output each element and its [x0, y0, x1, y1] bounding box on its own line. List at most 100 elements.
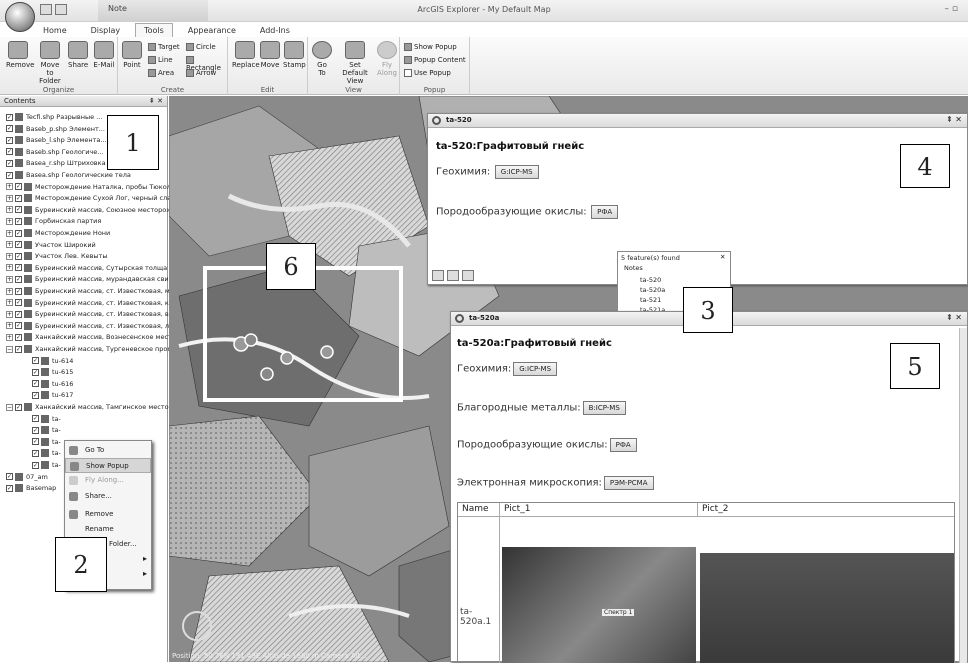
circle-button[interactable]: Circle: [186, 43, 216, 51]
tab-appearance[interactable]: Appearance: [179, 23, 245, 37]
expand-icon[interactable]: +: [6, 275, 13, 283]
expand-icon[interactable]: +: [6, 229, 13, 237]
checkbox-icon[interactable]: ✓: [32, 449, 39, 457]
checkbox-icon[interactable]: ✓: [6, 159, 13, 167]
noble-metals-button[interactable]: B:ICP-MS: [582, 401, 626, 415]
expand-icon[interactable]: +: [6, 194, 13, 202]
popup-controls[interactable]: ⇞ ✕: [946, 313, 962, 322]
set-default-view-button[interactable]: Set Default View: [336, 41, 374, 85]
checkbox-icon[interactable]: ✓: [32, 391, 39, 399]
layer-tree-item[interactable]: ✓ Baseb_l.shp Элемента...: [6, 135, 107, 146]
point-button[interactable]: Point: [122, 41, 142, 69]
checkbox-icon[interactable]: ✓: [15, 206, 22, 214]
expand-icon[interactable]: −: [6, 403, 13, 411]
layer-tree-item[interactable]: + ✓ Горбинская партия: [6, 216, 101, 227]
checkbox-icon[interactable]: ✓: [15, 310, 22, 318]
layer-tree-item[interactable]: ✓ tu-615: [32, 367, 73, 378]
window-controls[interactable]: – ▫: [945, 4, 958, 14]
app-menu-button[interactable]: [5, 2, 35, 32]
menu-item-share[interactable]: Share...: [65, 489, 151, 504]
layer-tree-item[interactable]: ✓ tu-617: [32, 390, 73, 401]
expand-icon[interactable]: +: [6, 183, 13, 191]
layer-tree-item[interactable]: + ✓ Буреинский массив, ст. Известковая, ло: [6, 321, 173, 332]
show-popup-button[interactable]: Show Popup: [404, 43, 457, 51]
layer-tree-item[interactable]: ✓ ta-: [32, 448, 61, 459]
pict1-image[interactable]: Спектр 1: [502, 547, 696, 663]
checkbox-icon[interactable]: ✓: [15, 183, 22, 191]
menu-item-go-to[interactable]: Go To: [65, 443, 151, 458]
found-item[interactable]: ta-520a: [640, 286, 665, 294]
notes-folder[interactable]: Notes: [624, 264, 643, 272]
move-button[interactable]: Move: [260, 41, 280, 69]
checkbox-icon[interactable]: ✓: [6, 473, 13, 481]
tab-display[interactable]: Display: [82, 23, 130, 37]
geochem-button[interactable]: G:ICP-MS: [513, 362, 558, 376]
layer-tree-item[interactable]: ✓ ta-: [32, 460, 61, 471]
pict2-image[interactable]: [700, 553, 954, 663]
checkbox-icon[interactable]: ✓: [32, 380, 39, 388]
checkbox-icon[interactable]: ✓: [32, 438, 39, 446]
layer-tree-item[interactable]: ✓ Baseb_p.shp Элемент...: [6, 124, 105, 135]
expand-icon[interactable]: +: [6, 333, 13, 341]
checkbox-icon[interactable]: ✓: [15, 241, 22, 249]
checkbox-icon[interactable]: ✓: [15, 217, 22, 225]
popup-controls[interactable]: ⇞ ✕: [946, 115, 962, 124]
layer-tree-item[interactable]: + ✓ Месторождение Нони: [6, 228, 110, 239]
close-icon[interactable]: ✕: [720, 253, 725, 261]
fly-along-button[interactable]: Fly Along: [376, 41, 398, 77]
popup-content-button[interactable]: Popup Content: [404, 56, 466, 64]
expand-icon[interactable]: −: [6, 345, 13, 353]
replace-button[interactable]: Replace: [232, 41, 260, 69]
tab-home[interactable]: Home: [34, 23, 76, 37]
checkbox-icon[interactable]: ✓: [15, 275, 22, 283]
oxides-button[interactable]: РФА: [609, 438, 637, 452]
expand-icon[interactable]: +: [6, 241, 13, 249]
email-button[interactable]: E-Mail: [92, 41, 116, 69]
checkbox-icon[interactable]: ✓: [15, 194, 22, 202]
checkbox-icon[interactable]: ✓: [32, 426, 39, 434]
layer-tree-item[interactable]: + ✓ Месторождение Наталка, пробы Тюкол: [6, 182, 171, 193]
layer-tree-item[interactable]: + ✓ Буреинский массив, ст. Известковая, ве: [6, 309, 173, 320]
area-button[interactable]: Area: [148, 69, 174, 77]
checkbox-icon[interactable]: ✓: [15, 403, 22, 411]
layer-tree-item[interactable]: ✓ ta-: [32, 414, 61, 425]
menu-item-fly-along[interactable]: Fly Along...: [65, 473, 151, 488]
save-icon[interactable]: [40, 4, 52, 15]
expand-icon[interactable]: +: [6, 310, 13, 318]
move-to-folder-button[interactable]: Move to Folder: [36, 41, 64, 85]
layer-tree-item[interactable]: ✓ ta-: [32, 437, 61, 448]
layer-tree-item[interactable]: + ✓ Буреинский массив, Союзное месторож: [6, 205, 172, 216]
share-button[interactable]: Share: [68, 41, 88, 69]
zoom-icon[interactable]: [432, 270, 444, 281]
layer-tree-item[interactable]: ✓ ta-: [32, 425, 61, 436]
layer-tree-item[interactable]: ✓ tu-616: [32, 379, 73, 390]
popup-scrollbar[interactable]: [959, 328, 967, 663]
checkbox-icon[interactable]: ✓: [15, 299, 22, 307]
layer-tree-item[interactable]: + ✓ Месторождение Сухой Лог, черный сла: [6, 193, 171, 204]
checkbox-icon[interactable]: ✓: [6, 136, 13, 144]
microscopy-button[interactable]: РЭМ-РСМА: [603, 476, 654, 490]
use-popup-checkbox[interactable]: Use Popup: [404, 69, 451, 77]
expand-icon[interactable]: +: [6, 217, 13, 225]
geochem-button[interactable]: G:ICP-MS: [494, 165, 539, 179]
checkbox-icon[interactable]: ✓: [15, 345, 22, 353]
checkbox-icon[interactable]: ✓: [32, 461, 39, 469]
layer-tree-item[interactable]: + ✓ Буреинский массив, ст. Известковая, ко: [6, 298, 173, 309]
expand-icon[interactable]: +: [6, 299, 13, 307]
expand-icon[interactable]: +: [6, 206, 13, 214]
expand-icon[interactable]: +: [6, 287, 13, 295]
line-button[interactable]: Line: [148, 56, 173, 64]
tab-tools[interactable]: Tools: [135, 23, 173, 37]
checkbox-icon[interactable]: ✓: [6, 125, 13, 133]
checkbox-icon[interactable]: ✓: [6, 148, 13, 156]
layer-tree-item[interactable]: ✓ Basemap: [6, 483, 56, 494]
go-to-button[interactable]: Go To: [312, 41, 332, 77]
checkbox-icon[interactable]: ✓: [32, 368, 39, 376]
oxides-button[interactable]: РФА: [591, 205, 619, 219]
layer-tree-item[interactable]: + ✓ Ханкайский массив, Вознесенское мест: [6, 332, 172, 343]
layer-tree-item[interactable]: + ✓ Буреинский массив, ст. Известковая, ме: [6, 286, 174, 297]
tab-add-ins[interactable]: Add-Ins: [251, 23, 299, 37]
layer-tree-item[interactable]: + ✓ Участок Лев. Кевыты: [6, 251, 107, 262]
checkbox-icon[interactable]: ✓: [15, 264, 22, 272]
found-item[interactable]: ta-521: [640, 296, 661, 304]
